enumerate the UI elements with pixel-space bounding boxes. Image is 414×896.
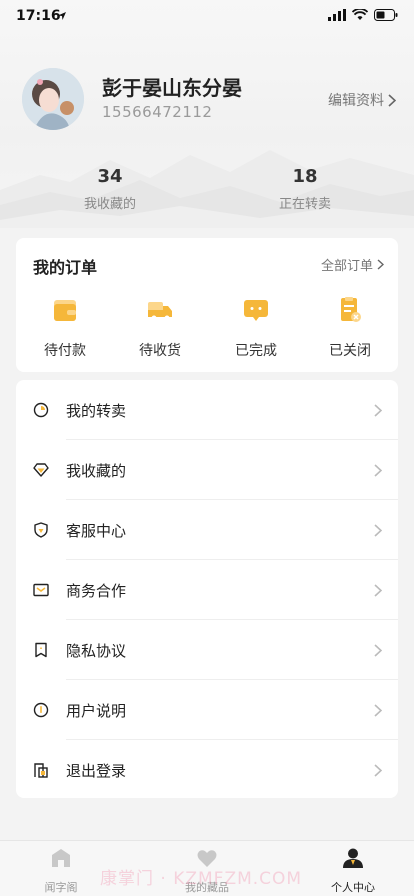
tab-my-collection-label: 我的藏品 [185,881,229,894]
shield-icon [34,522,48,538]
tab-my-collection[interactable]: 我的藏品 [157,847,257,895]
menu-item-my-resale[interactable]: 我的转卖 [16,380,398,440]
all-orders-link[interactable]: 全部订单 [321,255,384,274]
diamond-icon [33,463,49,477]
edit-profile-button[interactable]: 编辑资料 [328,90,396,110]
menu-item-label: 我的转卖 [66,401,127,420]
signal-icon [328,9,346,21]
menu-item-label: 商务合作 [66,581,127,600]
tab-home-label: 闻字阁 [44,881,78,894]
chevron-right-icon [374,703,382,717]
person-icon [343,848,363,868]
tab-bar: 闻字阁 我的藏品 个人中心 [0,840,414,896]
order-pending-payment-label: 待付款 [44,343,86,359]
avatar[interactable] [22,68,84,130]
status-time: 17:16 [16,8,61,24]
chevron-right-icon [374,523,382,537]
tab-home[interactable]: 闻字阁 [11,847,111,895]
avatar-illustration [22,68,84,130]
orders-title: 我的订单 [33,258,98,277]
order-closed[interactable]: 已关闭 [310,296,390,360]
menu-item-logout[interactable]: 退出登录 [16,740,398,800]
chevron-right-icon [388,93,396,107]
wallet-icon [54,300,76,321]
stat-reselling-count: 18 [292,166,318,187]
chevron-right-icon [377,259,384,270]
edit-profile-label: 编辑资料 [328,93,384,109]
order-closed-label: 已关闭 [329,343,371,359]
chevron-right-icon [374,583,382,597]
all-orders-label: 全部订单 [320,259,373,274]
chevron-right-icon [374,763,382,777]
order-completed[interactable]: 已完成 [216,296,296,360]
order-pending-payment[interactable]: 待付款 [25,296,105,360]
order-pending-delivery-label: 待收货 [139,343,181,359]
tab-profile-label: 个人中心 [331,881,375,894]
logout-icon [34,763,48,778]
stat-favorites-label: 我收藏的 [83,197,136,212]
wifi-icon [352,9,368,20]
menu-item-user-guide[interactable]: 用户说明 [16,680,398,740]
menu-item-customer-service[interactable]: 客服中心 [16,500,398,560]
order-completed-label: 已完成 [235,343,277,359]
closed-document-icon [341,297,361,322]
menu-card: 我的转卖 我收藏的 客服中心 商务合作 隐私协议 用户说明 退出登录 [16,380,398,798]
menu-item-label: 退出登录 [66,761,127,780]
chat-bubble-icon [244,300,268,321]
info-icon [33,702,49,718]
status-icons [328,9,398,21]
menu-item-business-cooperation[interactable]: 商务合作 [16,560,398,620]
menu-item-my-favorites[interactable]: 我收藏的 [16,440,398,500]
envelope-icon [33,583,49,597]
orders-card: 我的订单 全部订单 待付款 待收货 已完成 已关闭 [16,238,398,372]
menu-item-privacy-policy[interactable]: 隐私协议 [16,620,398,680]
location-arrow-icon [58,12,66,20]
stat-reselling[interactable]: 18 正在转卖 [245,166,365,212]
battery-icon [374,9,398,21]
resale-icon [33,402,49,418]
status-bar: 17:16 [0,0,414,34]
home-icon [52,849,70,867]
bookmark-icon [35,642,47,658]
menu-item-label: 我收藏的 [66,461,127,480]
chevron-right-icon [374,403,382,417]
chevron-right-icon [374,643,382,657]
order-pending-delivery[interactable]: 待收货 [120,296,200,360]
heart-icon [197,850,217,867]
tab-profile[interactable]: 个人中心 [303,847,403,895]
phone-number: 15566472112 [102,103,213,121]
stat-favorites[interactable]: 34 我收藏的 [50,166,170,212]
username: 彭于晏山东分晏 [102,76,242,100]
menu-item-label: 客服中心 [66,521,127,540]
chevron-right-icon [374,463,382,477]
menu-item-label: 隐私协议 [66,641,127,660]
delivery-truck-icon [148,302,172,321]
stat-favorites-count: 34 [97,166,123,187]
menu-item-label: 用户说明 [66,701,127,720]
stat-reselling-label: 正在转卖 [278,197,331,212]
